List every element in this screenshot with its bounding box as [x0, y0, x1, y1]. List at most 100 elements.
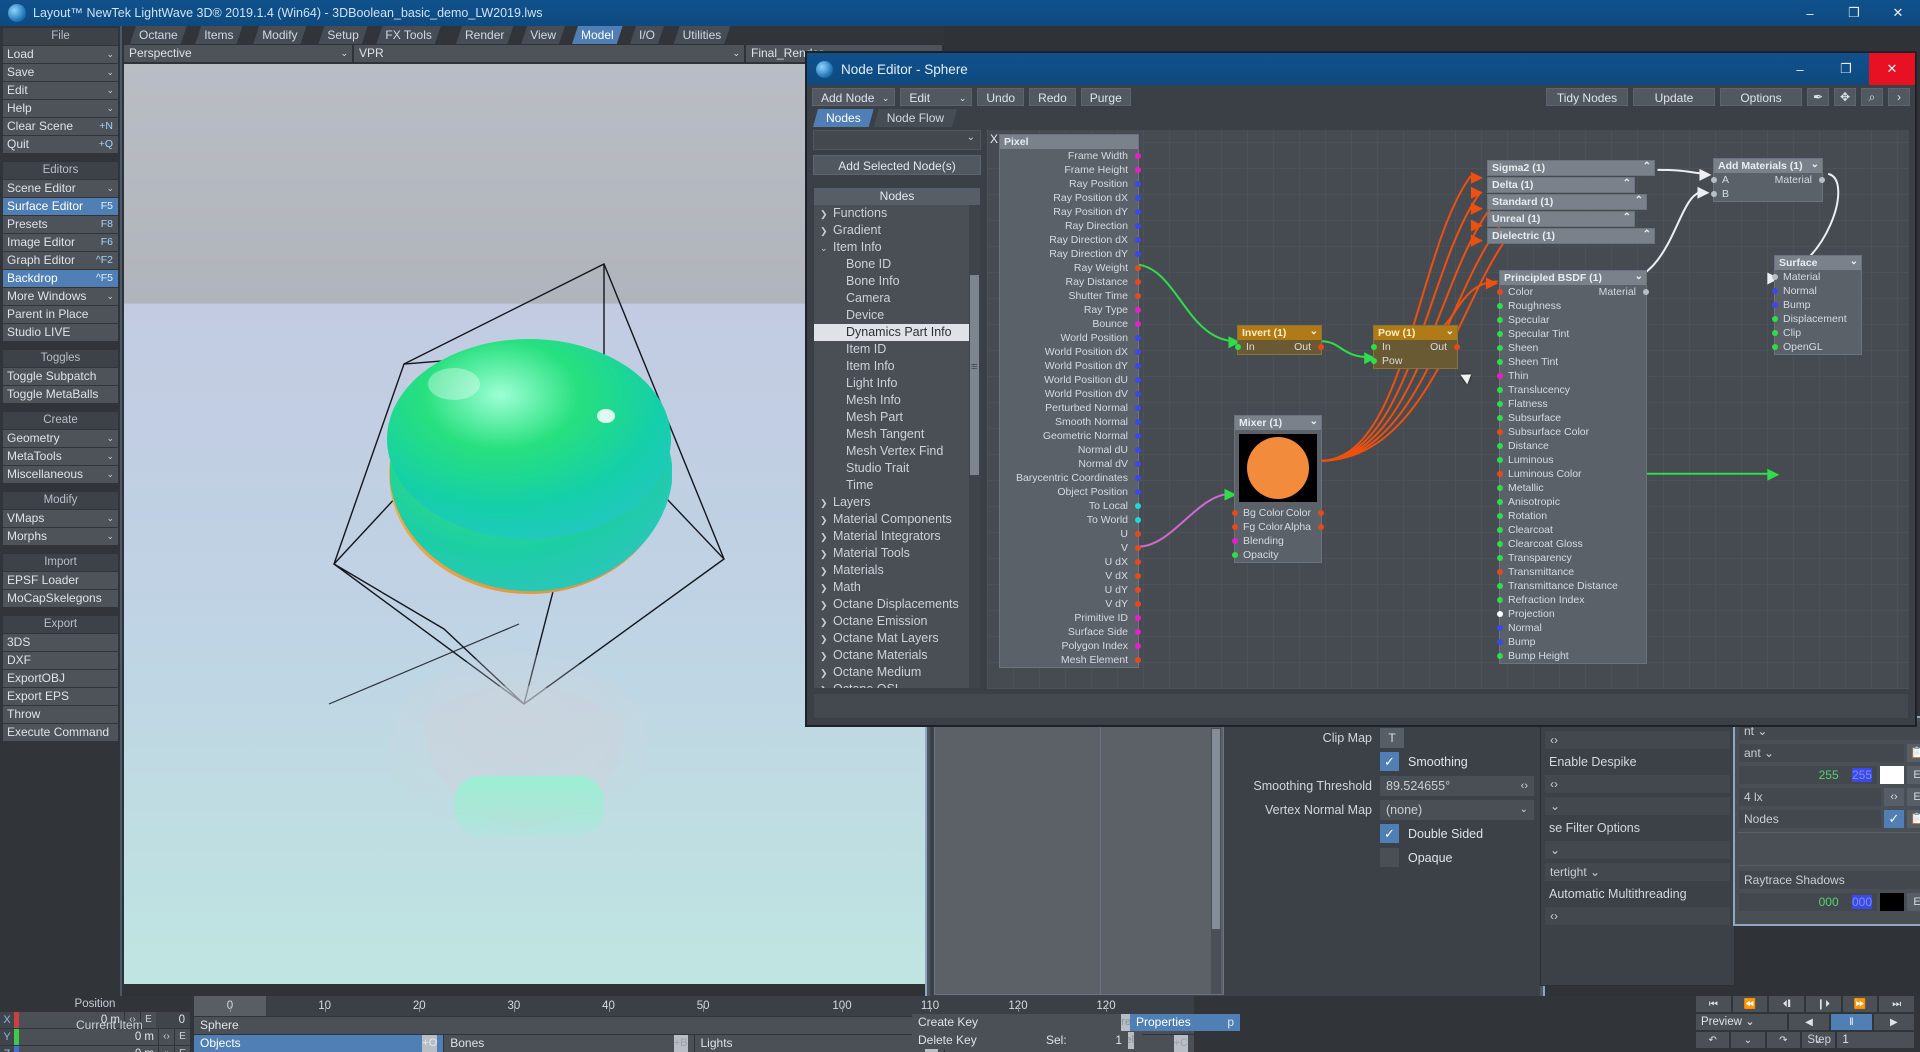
shading-mode-select[interactable]: VPR ⌄: [354, 45, 744, 62]
sidebar-item-more-windows[interactable]: More Windows ⌄: [3, 288, 118, 305]
stepper-arrows-icon[interactable]: ‹›: [1550, 909, 1558, 923]
smoothing-threshold-field[interactable]: 89.524655° ‹›: [1380, 775, 1534, 796]
port-dot[interactable]: [1135, 293, 1141, 299]
output-port[interactable]: V dX: [1000, 569, 1141, 583]
tree-item-light-info[interactable]: Light Info: [814, 375, 980, 392]
node-header[interactable]: Dielectric (1) ⌃: [1488, 229, 1654, 243]
item-type-bones[interactable]: Bones +B: [444, 1035, 694, 1052]
port-dot[interactable]: [1135, 433, 1141, 439]
port-dot[interactable]: [1497, 653, 1503, 659]
chevron-right-icon[interactable]: ❯: [820, 546, 833, 563]
input-port[interactable]: Specular Tint: [1497, 327, 1646, 341]
sidebar-item-execute-command[interactable]: Execute Command: [3, 724, 118, 741]
port-dot[interactable]: [1135, 531, 1141, 537]
output-port[interactable]: Ray Position: [1000, 177, 1141, 191]
tab-octane[interactable]: Octane: [130, 26, 187, 44]
undo-button[interactable]: Undo: [977, 88, 1025, 106]
port-dot[interactable]: [1497, 583, 1503, 589]
node-header[interactable]: Unreal (1) ⌃: [1488, 212, 1634, 226]
port-dot[interactable]: [1497, 429, 1503, 435]
tab-view[interactable]: View: [521, 26, 565, 44]
output-port[interactable]: Polygon Index: [1000, 639, 1141, 653]
surface-list[interactable]: [934, 725, 1224, 995]
input-port[interactable]: Bump Height: [1497, 649, 1646, 663]
enable-despike-row[interactable]: Enable Despike: [1545, 752, 1730, 771]
node-editor-minimize[interactable]: –: [1777, 53, 1823, 85]
port-dot[interactable]: [1497, 303, 1503, 309]
axis-envelope-button[interactable]: E: [174, 1046, 190, 1052]
chevron-right-icon[interactable]: ❯: [820, 614, 833, 631]
chevron-right-icon[interactable]: ❯: [820, 631, 833, 648]
preview-mode-select[interactable]: Preview ⌄: [1696, 1014, 1787, 1030]
port-dot[interactable]: [1318, 510, 1324, 516]
tree-item-functions[interactable]: ❯ Functions: [814, 205, 980, 222]
output-port[interactable]: Normal dU: [1000, 443, 1141, 457]
light-color-values[interactable]: 255 255: [1739, 765, 1877, 784]
chevron-right-icon[interactable]: ❯: [820, 529, 833, 546]
tab-i-o[interactable]: I/O: [630, 26, 664, 44]
sidebar-item-clear-scene[interactable]: Clear Scene +N: [3, 118, 118, 135]
port-dot[interactable]: [1371, 358, 1377, 364]
port-dot[interactable]: [1135, 489, 1141, 495]
port-dot[interactable]: [1772, 316, 1778, 322]
tree-item-material-tools[interactable]: ❯ Material Tools: [814, 545, 980, 562]
watertight-select[interactable]: tertight ⌄: [1545, 862, 1730, 881]
nodes-clipboard-icon[interactable]: 📋: [1907, 809, 1920, 828]
output-port[interactable]: Bounce: [1000, 317, 1141, 331]
tree-item-item-id[interactable]: Item ID: [814, 341, 980, 358]
input-port[interactable]: Projection: [1497, 607, 1646, 621]
output-port[interactable]: V dY: [1000, 597, 1141, 611]
node-header[interactable]: Principled BSDF (1) ⌄: [1500, 271, 1646, 285]
transport-button-0[interactable]: ⏮: [1696, 996, 1731, 1012]
sidebar-item-morphs[interactable]: Morphs ⌄: [3, 528, 118, 545]
filter-select[interactable]: ⌄: [1545, 796, 1730, 815]
port-dot[interactable]: [1235, 344, 1241, 350]
input-port[interactable]: Normal: [1772, 284, 1861, 298]
port-dot[interactable]: [1497, 597, 1503, 603]
chevron-down-icon[interactable]: ⌄: [1731, 1032, 1765, 1048]
port-dot[interactable]: [1371, 344, 1377, 350]
node-mixer[interactable]: Mixer (1) ⌄ Bg Color Color Fg Color Alph…: [1232, 415, 1324, 563]
port-dot[interactable]: [1772, 274, 1778, 280]
node-editor-close[interactable]: ✕: [1869, 53, 1915, 85]
port-dot[interactable]: [1135, 223, 1141, 229]
tree-item-gradient[interactable]: ❯ Gradient: [814, 222, 980, 239]
port-dot[interactable]: [1135, 363, 1141, 369]
input-port[interactable]: Rotation: [1497, 509, 1646, 523]
axis-envelope-button[interactable]: E: [174, 1029, 190, 1045]
tree-item-camera[interactable]: Camera: [814, 290, 980, 307]
sidebar-item-throw[interactable]: Throw: [3, 706, 118, 723]
scrollbar-thumb[interactable]: [970, 275, 979, 475]
tree-item-octane-materials[interactable]: ❯ Octane Materials: [814, 647, 980, 664]
port-dot[interactable]: [1135, 461, 1141, 467]
node-header[interactable]: Standard (1) ⌃: [1488, 195, 1646, 209]
sidebar-item-surface-editor[interactable]: Surface Editor F5: [3, 198, 118, 215]
sidebar-item-load[interactable]: Load ⌄: [3, 46, 118, 63]
eyedropper-icon[interactable]: ✒: [1807, 88, 1829, 106]
output-port[interactable]: Ray Direction dY: [1000, 247, 1141, 261]
node-tree-scrollbar[interactable]: [969, 205, 980, 688]
node-header[interactable]: Mixer (1) ⌄: [1235, 416, 1321, 430]
input-port[interactable]: Specular: [1497, 313, 1646, 327]
move-icon[interactable]: ✥: [1834, 88, 1856, 106]
double-sided-checkbox[interactable]: ✓: [1380, 824, 1399, 843]
chevron-up-icon[interactable]: ⌃: [1643, 160, 1651, 174]
output-port[interactable]: Shutter Time: [1000, 289, 1141, 303]
sidebar-item-help[interactable]: Help ⌄: [3, 100, 118, 117]
sidebar-item-scene-editor[interactable]: Scene Editor ⌄: [3, 180, 118, 197]
output-port[interactable]: Ray Distance: [1000, 275, 1141, 289]
output-port[interactable]: To Local: [1000, 499, 1141, 513]
node-standard-1-[interactable]: Standard (1) ⌃: [1487, 194, 1647, 210]
port-dot[interactable]: [1819, 177, 1825, 183]
chevron-right-icon[interactable]: ❯: [820, 665, 833, 682]
port-dot[interactable]: [1772, 344, 1778, 350]
port-dot[interactable]: [1135, 335, 1141, 341]
port-dot[interactable]: [1135, 181, 1141, 187]
output-port[interactable]: Normal dV: [1000, 457, 1141, 471]
node-header[interactable]: Sigma2 (1) ⌃: [1488, 161, 1654, 175]
output-port[interactable]: U: [1000, 527, 1141, 541]
transport-button-3[interactable]: ❙⏵: [1806, 996, 1841, 1012]
port-dot[interactable]: [1135, 195, 1141, 201]
input-port[interactable]: Clearcoat: [1497, 523, 1646, 537]
multithreading-row[interactable]: Automatic Multithreading: [1545, 884, 1730, 903]
